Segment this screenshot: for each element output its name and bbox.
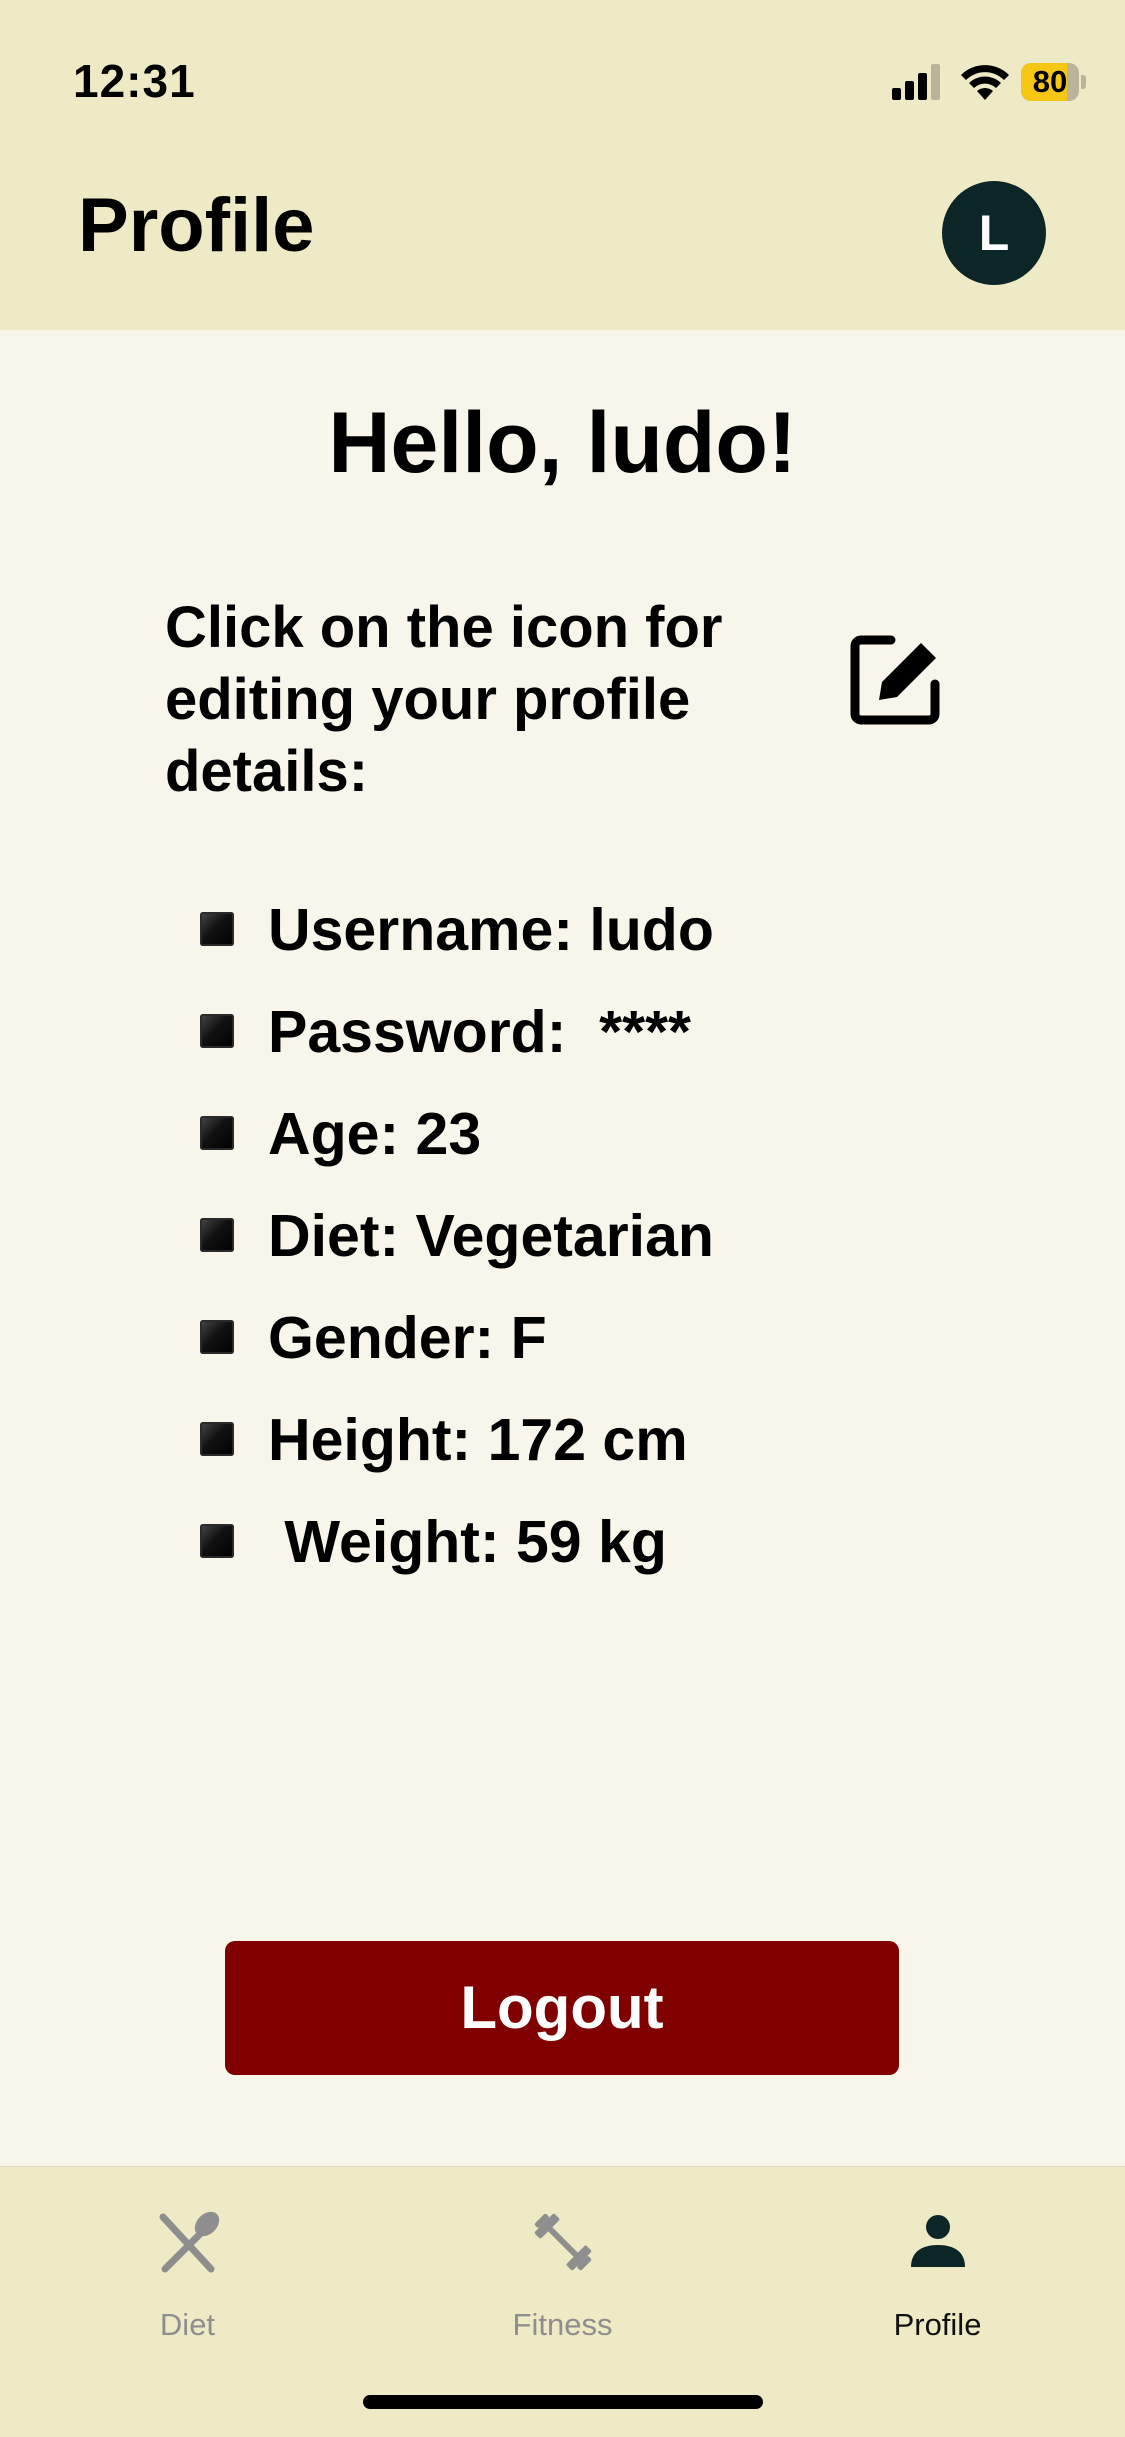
detail-age-text: Age: 23 (268, 1101, 482, 1167)
edit-icon[interactable] (845, 630, 945, 730)
detail-weight: Weight: 59 kg (0, 1492, 1125, 1594)
tab-profile[interactable]: Profile (750, 2167, 1125, 2367)
detail-password-text: Password: **** (268, 999, 691, 1065)
logout-button[interactable]: Logout (225, 1941, 899, 2075)
person-icon (911, 2215, 965, 2267)
bullet-square-icon (200, 1218, 234, 1252)
detail-gender-text: Gender: F (268, 1305, 547, 1371)
dumbbell-icon (534, 2213, 592, 2271)
detail-password: Password: **** (0, 982, 1125, 1084)
top-bar: 12:31 80 Profile L (0, 0, 1125, 330)
tab-diet[interactable]: Diet (0, 2167, 375, 2367)
profile-details-list: Username: ludo Password: **** Age: 23 Di… (0, 880, 1125, 1594)
detail-height: Height: 172 cm (0, 1390, 1125, 1492)
detail-height-text: Height: 172 cm (268, 1407, 688, 1473)
detail-age: Age: 23 (0, 1084, 1125, 1186)
detail-username: Username: ludo (0, 880, 1125, 982)
wifi-icon (961, 65, 1009, 100)
detail-gender: Gender: F (0, 1288, 1125, 1390)
detail-diet-text: Diet: Vegetarian (268, 1203, 714, 1269)
bullet-square-icon (200, 1014, 234, 1048)
detail-weight-text: Weight: 59 kg (268, 1509, 667, 1575)
detail-diet: Diet: Vegetarian (0, 1186, 1125, 1288)
status-time: 12:31 (73, 55, 196, 107)
utensils-icon (159, 2211, 220, 2273)
tab-profile-label: Profile (893, 2307, 982, 2342)
battery-icon: 80 (1021, 63, 1087, 101)
edit-instruction-text: Click on the icon for editing your profi… (165, 595, 723, 804)
home-indicator (363, 2395, 763, 2409)
avatar[interactable]: L (942, 181, 1046, 285)
bullet-square-icon (200, 1320, 234, 1354)
detail-username-text: Username: ludo (268, 897, 714, 963)
battery-body: 80 (1021, 63, 1079, 101)
bullet-square-icon (200, 1116, 234, 1150)
bullet-square-icon (200, 912, 234, 946)
bullet-square-icon (200, 1422, 234, 1456)
page-title: Profile (78, 183, 315, 268)
greeting-heading: Hello, ludo! (328, 395, 797, 491)
tab-diet-label: Diet (159, 2307, 216, 2342)
cellular-signal-icon (892, 64, 940, 100)
bullet-square-icon (200, 1524, 234, 1558)
tab-fitness-label: Fitness (512, 2307, 613, 2342)
tab-fitness[interactable]: Fitness (375, 2167, 750, 2367)
battery-cap (1081, 75, 1086, 89)
battery-percent: 80 (1032, 64, 1068, 99)
